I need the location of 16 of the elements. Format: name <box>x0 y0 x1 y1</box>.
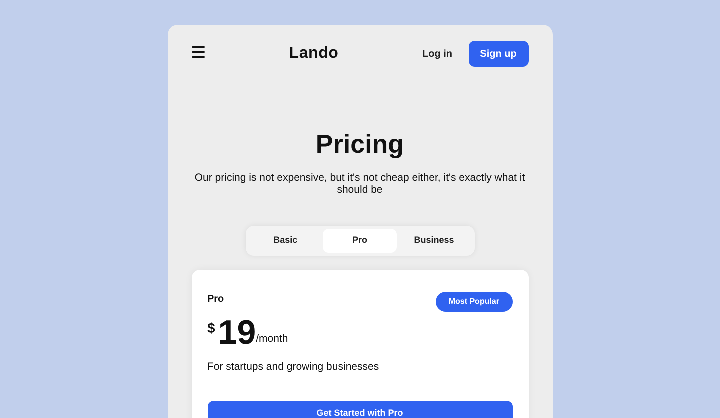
popular-tag: Most Popular <box>436 292 512 312</box>
menu-icon[interactable]: ☰ <box>192 45 206 62</box>
logo: Lando <box>289 44 339 64</box>
page-title: Pricing <box>314 129 406 160</box>
subtitle: Our pricing is not expensive, but it's not cheap either, it's exactly what it should be <box>194 172 526 196</box>
get-started-button[interactable]: Get Started with Pro <box>208 400 512 418</box>
login-link[interactable]: Log in <box>422 46 452 62</box>
plan-description: For startups and growing businesses <box>208 360 380 376</box>
currency-symbol: $ <box>208 319 216 338</box>
plan-tab[interactable]: Pro <box>322 229 398 254</box>
signup-button[interactable]: Sign up <box>468 41 528 67</box>
billing-period: /month <box>256 332 288 348</box>
plan-tab[interactable]: Business <box>397 229 472 254</box>
plan-name: Pro <box>208 293 224 308</box>
price: 19 <box>218 316 256 350</box>
plan-tab[interactable]: Basic <box>248 229 323 254</box>
